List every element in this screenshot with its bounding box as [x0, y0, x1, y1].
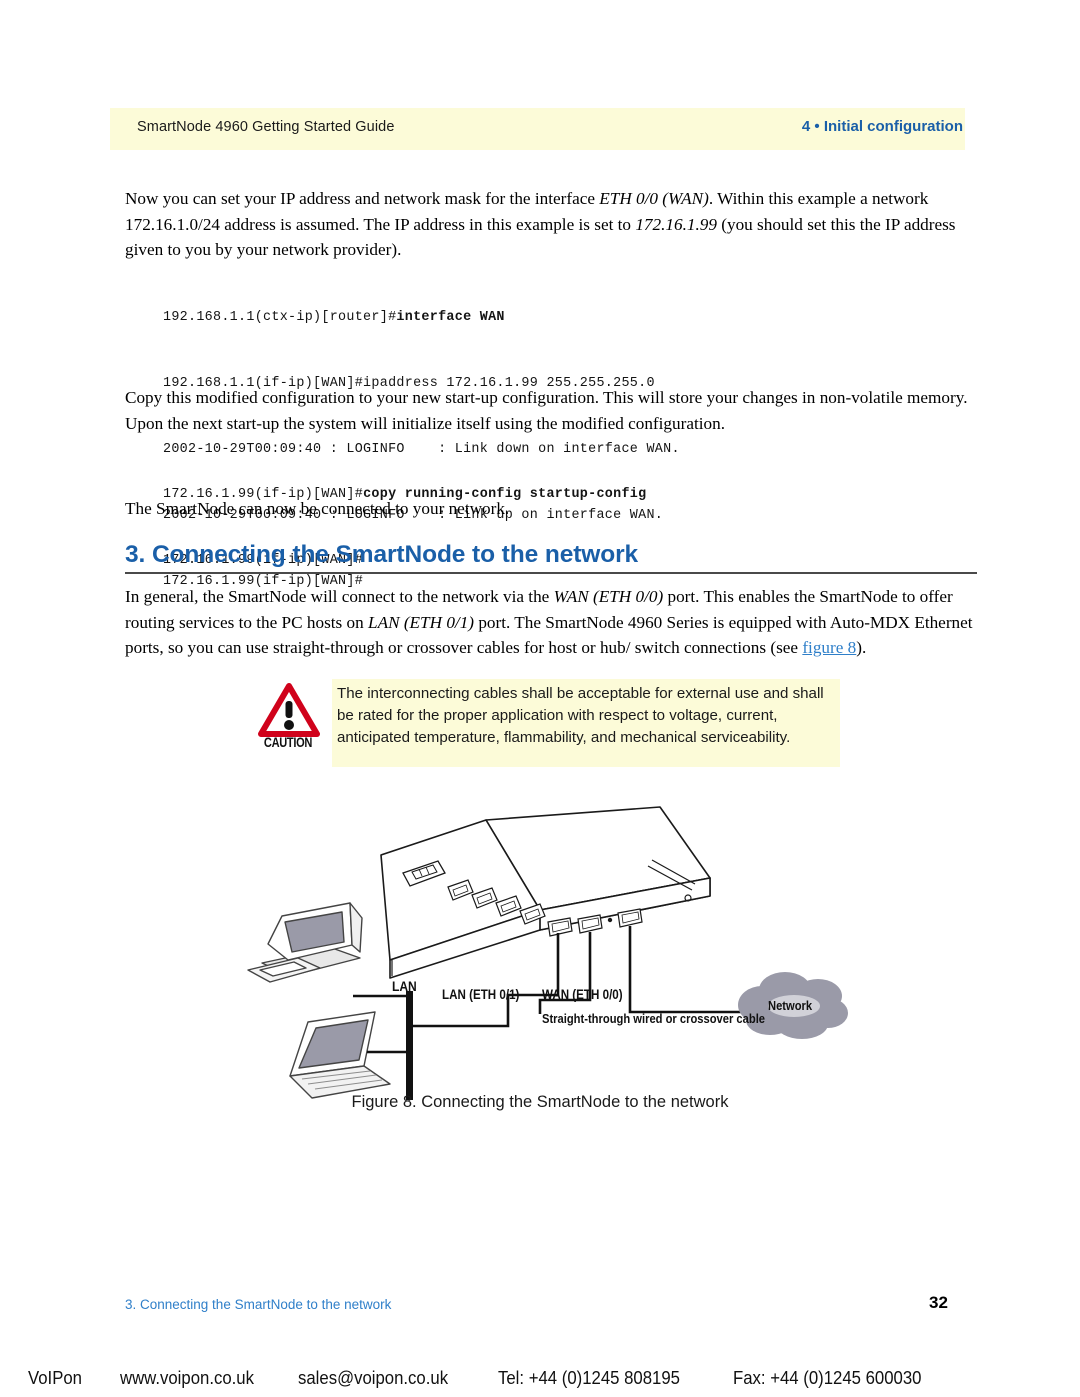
figure-label-lan-bus: LAN: [392, 978, 417, 994]
voipon-telephone: Tel: +44 (0)1245 808195: [497, 1368, 680, 1388]
voipon-contact-bar: VoIPon www.voipon.co.uk sales@voipon.co.…: [0, 1360, 1080, 1397]
para4-text-a: In general, the SmartNode will connect t…: [125, 587, 554, 606]
page-header-band: SmartNode 4960 Getting Started Guide 4 •…: [110, 108, 965, 150]
figure-label-lan-port: LAN (ETH 0/1): [442, 987, 520, 1002]
smartnode-device-illustration: [380, 806, 711, 979]
paragraph-copy-config: Copy this modified configuration to your…: [125, 388, 968, 433]
para1-emphasis-eth00: ETH 0/0 (WAN): [599, 189, 709, 208]
desktop-computer-icon: [247, 902, 363, 983]
figure-label-network-cloud: Network: [768, 998, 813, 1013]
section-heading-rule: [125, 572, 977, 574]
header-chapter-title: 4 • Initial configuration: [801, 118, 963, 135]
header-document-title: SmartNode 4960 Getting Started Guide: [137, 119, 395, 135]
para1-text-a: Now you can set your IP address and netw…: [125, 189, 600, 208]
paragraph-connect-ready: The SmartNode can now be connected to yo…: [125, 499, 510, 518]
section-heading: 3. Connecting the SmartNode to the netwo…: [125, 541, 639, 568]
network-topology-illustration: [247, 806, 848, 1111]
code-line: 192.168.1.1(ctx-ip)[router]#interface WA…: [163, 307, 680, 329]
voipon-fax: Fax: +44 (0)1245 600030: [733, 1368, 922, 1388]
code-command: interface WAN: [396, 310, 505, 325]
voipon-brand: VoIPon: [28, 1368, 82, 1388]
caution-icon-column: CAUTION: [248, 679, 328, 767]
caution-body-text: The interconnecting cables shall be acce…: [337, 685, 824, 746]
code-prompt: 192.168.1.1(ctx-ip)[router]#: [163, 310, 397, 325]
figure-caption: Figure 8. Connecting the SmartNode to th…: [351, 1093, 729, 1111]
footer-section-reference: 3. Connecting the SmartNode to the netwo…: [125, 1297, 392, 1312]
caution-callout: CAUTION The interconnecting cables shall…: [248, 679, 840, 767]
figure-8-crossreference-link[interactable]: figure 8: [802, 638, 856, 657]
para4-emphasis-lan: LAN (ETH 0/1): [368, 612, 475, 632]
para1-emphasis-ip: 172.16.1.99: [635, 214, 717, 234]
warning-triangle-icon: [258, 683, 320, 737]
paragraph-ip-address-intro: Now you can set your IP address and netw…: [125, 186, 977, 263]
voipon-email[interactable]: sales@voipon.co.uk: [298, 1368, 448, 1389]
figure-label-wan-port: WAN (ETH 0/0): [542, 987, 623, 1002]
laptop-computer-icon: [289, 1011, 391, 1099]
caution-label: CAUTION: [263, 735, 313, 750]
caution-text-panel: The interconnecting cables shall be acce…: [332, 679, 840, 767]
figure-label-cable-type: Straight-through wired or crossover cabl…: [542, 1011, 766, 1026]
footer-page-number: 32: [929, 1293, 948, 1312]
lan-bus-line: [406, 991, 413, 1111]
voipon-website[interactable]: www.voipon.co.uk: [120, 1368, 254, 1389]
para4-emphasis-wan: WAN (ETH 0/0): [553, 587, 664, 606]
paragraph-general-connection: In general, the SmartNode will connect t…: [125, 584, 977, 661]
para4-text-d: ).: [856, 638, 867, 657]
figure-8-diagram: LAN LAN (ETH 0/1) WAN (ETH 0/0) Straight…: [240, 800, 860, 1111]
